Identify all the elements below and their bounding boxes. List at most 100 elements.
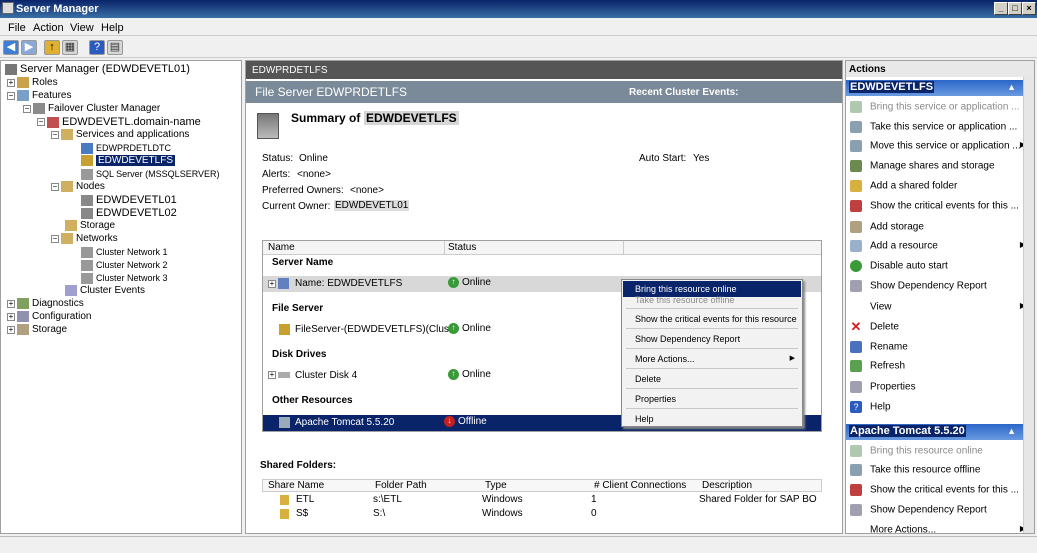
col-name[interactable]: Name [268,242,295,253]
up-folder-icon[interactable]: ↑ [44,40,60,55]
forward-icon[interactable]: ▶ [21,40,37,55]
action-show-critical-events[interactable]: Show the critical events for this ... [850,200,1026,212]
action-add-shared-folder[interactable]: Add a shared folder [850,180,1026,192]
col-type[interactable]: Type [485,480,507,491]
tree-node-roles[interactable]: + Roles [7,77,58,89]
menu-help[interactable]: Help [623,411,801,427]
back-icon[interactable]: ◀ [3,40,19,55]
action-move-service[interactable]: Move this service or application ...▶ [850,140,1026,152]
tree-node-diagnostics[interactable]: + Diagnostics [7,298,84,310]
action-rename[interactable]: Rename [850,341,1026,353]
close-button[interactable]: × [1022,2,1036,15]
tree-node-node2[interactable]: EDWDEVETL02 [81,207,177,220]
menu-show-critical-events[interactable]: Show the critical events for this resour… [623,311,801,327]
action-delete[interactable]: ✕ Delete [850,320,1026,333]
expand-icon[interactable]: + [7,78,15,87]
menu-action[interactable]: Action [33,22,64,34]
minimize-button[interactable]: _ [994,2,1008,15]
menu-more-actions[interactable]: More Actions... ▶ [623,351,801,367]
tree-node-cluster-events[interactable]: Cluster Events [65,285,145,297]
action-properties[interactable]: Properties [850,381,1026,393]
show-hide-action-pane-icon[interactable]: ▤ [107,40,123,55]
show-hide-tree-icon[interactable]: ▦ [62,40,78,55]
tree-node-edwdevetlfs[interactable]: EDWDEVETLFS [81,155,176,167]
expand-icon[interactable]: + [7,325,15,334]
features-icon [17,90,29,101]
action-show-critical-events-resource[interactable]: Show the critical events for this ... [850,484,1026,496]
status-bar [0,536,1037,553]
recent-events-link[interactable]: Recent Cluster Events: [629,87,738,98]
network-icon [81,272,93,284]
col-description[interactable]: Description [702,480,752,491]
collapse-icon[interactable]: − [23,104,31,113]
tree-node-network2[interactable]: Cluster Network 2 [81,259,168,272]
expand-icon[interactable]: + [268,371,276,380]
action-manage-shares[interactable]: Manage shares and storage [850,160,1026,172]
menu-delete[interactable]: Delete [623,371,801,387]
tree-node-networks[interactable]: − Networks [51,233,118,245]
expand-icon[interactable]: + [7,299,15,308]
tree-node-sql-server[interactable]: SQL Server (MSSQLSERVER) [81,168,220,181]
table-row[interactable]: ETL s:\ETL Windows 1 Shared Folder for S… [262,494,822,508]
actions-section-apache-tomcat[interactable]: Apache Tomcat 5.5.20 ▲ [846,424,1024,440]
menu-show-dependency-report[interactable]: Show Dependency Report [623,331,801,347]
collapse-icon[interactable]: − [37,118,45,127]
collapse-icon[interactable]: ▲ [1007,82,1016,92]
action-view[interactable]: View▶ [850,301,1026,313]
action-more-actions[interactable]: More Actions...▶ [850,524,1026,533]
help-icon[interactable]: ? [89,40,105,55]
menu-help[interactable]: Help [101,22,124,34]
group-file-server: File Server [272,303,324,314]
submenu-arrow-icon: ▶ [789,355,795,362]
tree-node-storage[interactable]: Storage [65,220,115,232]
action-take-resource-offline[interactable]: Take this resource offline [850,464,1026,476]
tree-node-cluster[interactable]: − EDWDEVETL.domain-name [37,116,201,129]
maximize-button[interactable]: □ [1008,2,1022,15]
menu-properties[interactable]: Properties [623,391,801,407]
action-add-resource[interactable]: Add a resource▶ [850,240,1026,252]
tree-node-network3[interactable]: Cluster Network 3 [81,272,168,285]
action-disable-auto-start[interactable]: Disable auto start [850,260,1026,272]
tree-node-node1[interactable]: EDWDEVETL01 [81,194,177,207]
menu-file[interactable]: File [8,22,26,34]
action-take-service-offline[interactable]: Take this service or application ... [850,121,1026,133]
action-add-storage[interactable]: Add storage [850,221,1026,233]
col-status[interactable]: Status [448,242,476,253]
menu-bar: File Action View Help [0,20,1037,36]
critical-events-icon [850,200,862,212]
tree-node-services[interactable]: − Services and applications [51,129,189,141]
col-share-name[interactable]: Share Name [268,480,324,491]
table-row[interactable]: S$ S:\ Windows 0 [262,508,822,522]
grid-header: Name Status [263,241,821,255]
tree-node-server-manager[interactable]: Server Manager (EDWDEVETL01) [5,63,190,76]
actions-scrollbar[interactable] [1023,77,1034,533]
collapse-icon[interactable]: ▲ [1007,426,1016,436]
menu-view[interactable]: View [70,22,94,34]
action-refresh[interactable]: Refresh [850,360,1026,372]
expand-icon[interactable]: + [7,312,15,321]
action-show-dependency-report-resource[interactable]: Show Dependency Report [850,504,1026,516]
collapse-icon[interactable]: − [51,130,59,139]
col-folder-path[interactable]: Folder Path [375,480,427,491]
tree-node-edwprdetldtc[interactable]: EDWPRDETLDTC [81,142,171,155]
tree-node-failover-cluster-manager[interactable]: − Failover Cluster Manager [23,103,160,115]
collapse-icon[interactable]: − [7,91,15,100]
collapse-icon[interactable]: − [51,234,59,243]
action-show-dependency-report[interactable]: Show Dependency Report [850,280,1026,292]
expand-icon[interactable]: + [268,279,276,288]
online-icon: ↑ [448,277,459,288]
tree-node-features[interactable]: − Features [7,90,71,102]
storage-icon [65,220,77,231]
col-client-connections[interactable]: # Client Connections [594,480,686,491]
column-separator [444,241,445,255]
actions-section-edwdevetlfs[interactable]: EDWDEVETLFS ▲ [846,80,1024,96]
tree-node-storage-root[interactable]: + Storage [7,324,67,336]
action-help[interactable]: ? Help [850,401,1026,413]
tree-node-nodes[interactable]: − Nodes [51,181,105,193]
resource-name: Cluster Disk 4 [295,370,358,381]
tree-node-configuration[interactable]: + Configuration [7,311,91,323]
collapse-icon[interactable]: − [51,182,59,191]
file-server-icon [279,324,290,335]
tree-node-network1[interactable]: Cluster Network 1 [81,246,168,259]
column-separator [623,241,624,255]
